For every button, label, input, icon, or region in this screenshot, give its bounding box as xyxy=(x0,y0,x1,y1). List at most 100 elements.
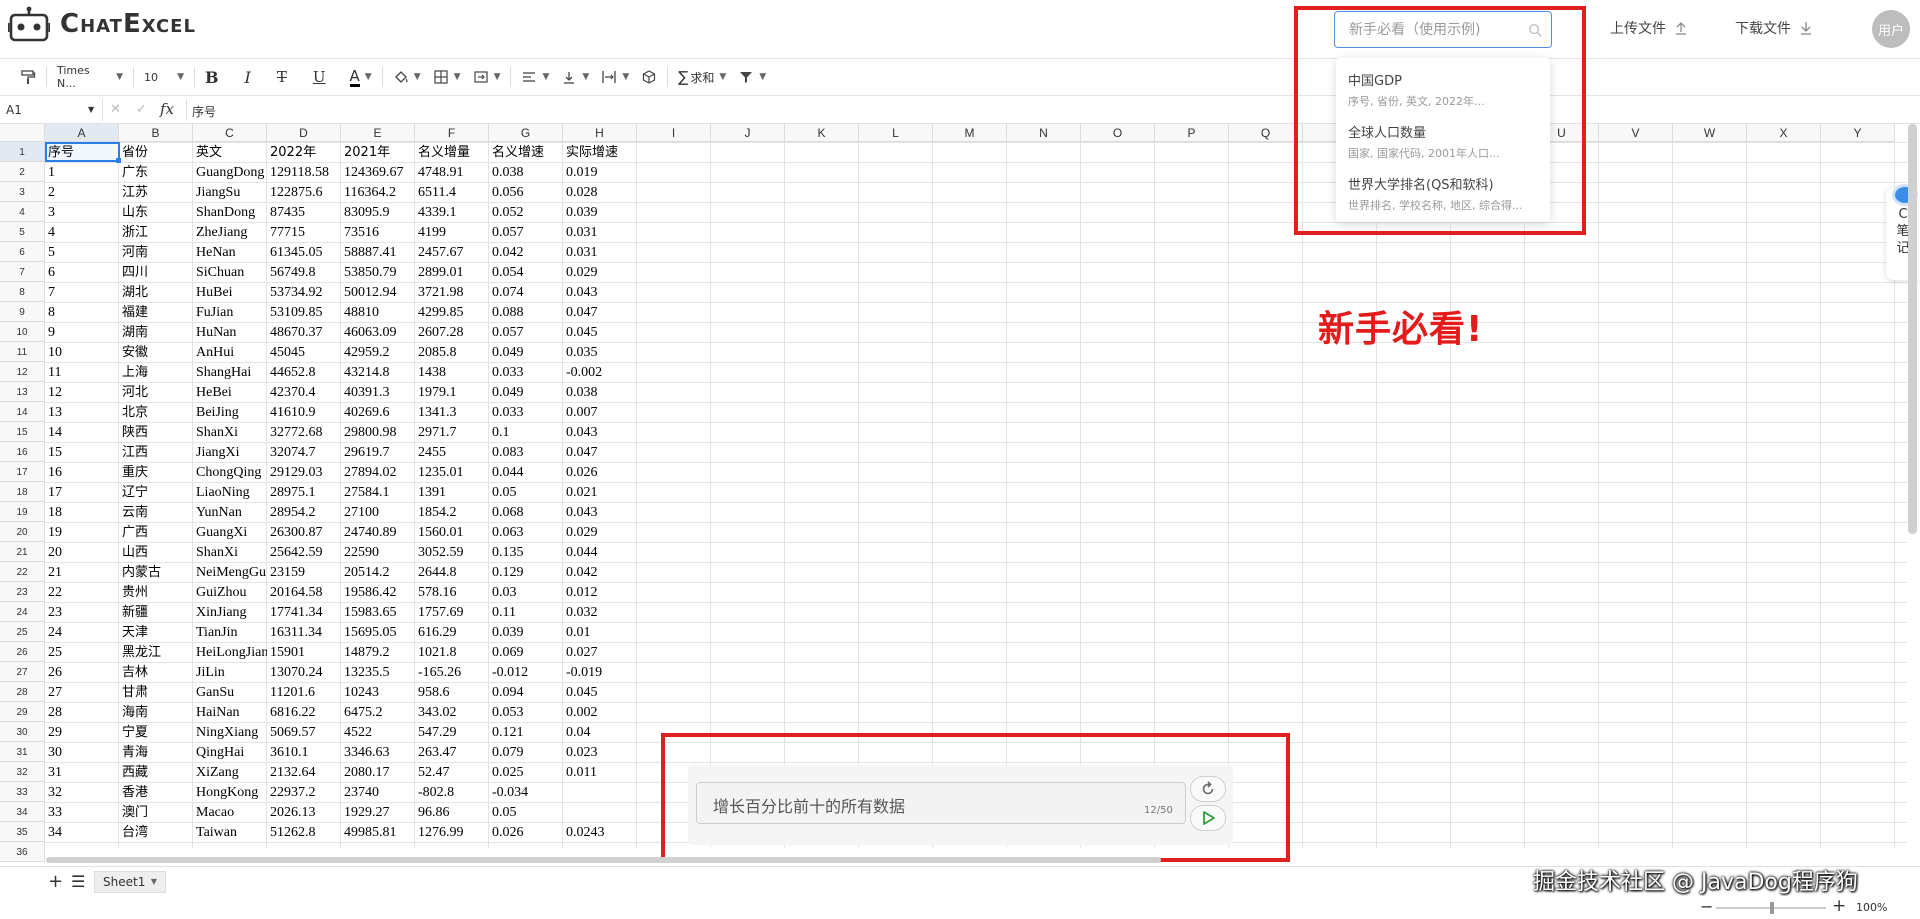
row-header[interactable]: 12 xyxy=(0,362,45,382)
table-cell[interactable]: ShangHai xyxy=(193,362,267,382)
table-cell[interactable] xyxy=(563,782,637,802)
table-cell[interactable]: 13235.5 xyxy=(341,662,415,682)
table-cell[interactable]: 香港 xyxy=(119,782,193,802)
table-cell[interactable]: 青海 xyxy=(119,742,193,762)
table-cell[interactable]: 0.068 xyxy=(489,502,563,522)
table-cell[interactable]: 4299.85 xyxy=(415,302,489,322)
row-header[interactable]: 13 xyxy=(0,382,45,402)
chat-send-button[interactable] xyxy=(1190,805,1226,831)
table-cell[interactable]: 13070.24 xyxy=(267,662,341,682)
table-cell[interactable]: 58887.41 xyxy=(341,242,415,262)
table-cell[interactable]: 0.057 xyxy=(489,322,563,342)
table-cell[interactable]: 30 xyxy=(45,742,119,762)
table-cell[interactable]: 24 xyxy=(45,622,119,642)
table-cell[interactable]: 0.043 xyxy=(563,282,637,302)
table-cell[interactable]: HeBei xyxy=(193,382,267,402)
table-cell[interactable]: 0.063 xyxy=(489,522,563,542)
table-cell[interactable]: JiLin xyxy=(193,662,267,682)
table-cell[interactable]: 2899.01 xyxy=(415,262,489,282)
row-header[interactable]: 27 xyxy=(0,662,45,682)
table-cell[interactable]: 26 xyxy=(45,662,119,682)
table-cell[interactable]: 28975.1 xyxy=(267,482,341,502)
fill-handle[interactable] xyxy=(116,158,121,163)
table-cell[interactable]: 0.038 xyxy=(563,382,637,402)
table-cell[interactable]: ZheJiang xyxy=(193,222,267,242)
table-cell[interactable]: 122875.6 xyxy=(267,182,341,202)
row-header[interactable]: 33 xyxy=(0,782,45,802)
row-header[interactable]: 15 xyxy=(0,422,45,442)
row-header[interactable]: 16 xyxy=(0,442,45,462)
table-cell[interactable]: 25 xyxy=(45,642,119,662)
column-header[interactable]: N xyxy=(1007,124,1081,142)
table-cell[interactable]: 15 xyxy=(45,442,119,462)
table-cell[interactable]: -0.012 xyxy=(489,662,563,682)
table-cell[interactable]: 1391 xyxy=(415,482,489,502)
table-cell[interactable]: 1341.3 xyxy=(415,402,489,422)
table-cell[interactable]: JiangXi xyxy=(193,442,267,462)
table-cell[interactable]: 0.04 xyxy=(563,722,637,742)
table-cell[interactable]: 22590 xyxy=(341,542,415,562)
row-header[interactable]: 5 xyxy=(0,222,45,242)
table-cell[interactable]: 7 xyxy=(45,282,119,302)
table-cell[interactable]: 0.021 xyxy=(563,482,637,502)
table-cell[interactable]: GanSu xyxy=(193,682,267,702)
table-cell[interactable]: 0.028 xyxy=(563,182,637,202)
table-cell[interactable]: 51262.8 xyxy=(267,822,341,842)
table-cell[interactable]: 24740.89 xyxy=(341,522,415,542)
row-header[interactable]: 21 xyxy=(0,542,45,562)
table-cell[interactable]: 22937.2 xyxy=(267,782,341,802)
table-cell[interactable]: 0.019 xyxy=(563,162,637,182)
table-cell[interactable]: 2022年 xyxy=(267,142,341,162)
table-cell[interactable]: 贵州 xyxy=(119,582,193,602)
table-cell[interactable]: 28954.2 xyxy=(267,502,341,522)
table-cell[interactable]: 0.057 xyxy=(489,222,563,242)
table-cell[interactable]: ChongQing xyxy=(193,462,267,482)
table-cell[interactable]: 湖南 xyxy=(119,322,193,342)
table-cell[interactable]: 0.053 xyxy=(489,702,563,722)
table-cell[interactable]: 16 xyxy=(45,462,119,482)
table-cell[interactable]: 0.002 xyxy=(563,702,637,722)
row-header[interactable]: 29 xyxy=(0,702,45,722)
table-cell[interactable]: 0.038 xyxy=(489,162,563,182)
user-avatar[interactable]: 用户 xyxy=(1872,10,1910,48)
table-cell[interactable]: 15901 xyxy=(267,642,341,662)
freeze-button[interactable] xyxy=(635,63,663,91)
table-cell[interactable]: 0.069 xyxy=(489,642,563,662)
table-cell[interactable]: 33 xyxy=(45,802,119,822)
table-cell[interactable]: 2457.67 xyxy=(415,242,489,262)
table-cell[interactable]: 2455 xyxy=(415,442,489,462)
table-cell[interactable]: 北京 xyxy=(119,402,193,422)
table-cell[interactable]: 23740 xyxy=(341,782,415,802)
table-cell[interactable]: HuNan xyxy=(193,322,267,342)
table-cell[interactable]: BeiJing xyxy=(193,402,267,422)
add-sheet-icon[interactable]: + xyxy=(48,871,63,892)
table-cell[interactable]: 40391.3 xyxy=(341,382,415,402)
table-cell[interactable]: 0.0243 xyxy=(563,822,637,842)
strikethrough-button[interactable]: T xyxy=(271,63,293,91)
table-cell[interactable]: 0.049 xyxy=(489,342,563,362)
sheet-tab-active[interactable]: Sheet1 ▼ xyxy=(94,871,166,893)
table-cell[interactable]: 27100 xyxy=(341,502,415,522)
table-cell[interactable]: 2971.7 xyxy=(415,422,489,442)
table-cell[interactable]: 3721.98 xyxy=(415,282,489,302)
table-cell[interactable]: 31 xyxy=(45,762,119,782)
table-cell[interactable]: 省份 xyxy=(119,142,193,162)
table-cell[interactable]: 48810 xyxy=(341,302,415,322)
table-cell[interactable]: 17 xyxy=(45,482,119,502)
table-cell[interactable]: 14879.2 xyxy=(341,642,415,662)
table-cell[interactable]: 3052.59 xyxy=(415,542,489,562)
row-header[interactable]: 14 xyxy=(0,402,45,422)
table-cell[interactable]: 广西 xyxy=(119,522,193,542)
table-cell[interactable]: 1854.2 xyxy=(415,502,489,522)
table-cell[interactable]: 四川 xyxy=(119,262,193,282)
table-cell[interactable]: 0.129 xyxy=(489,562,563,582)
column-header[interactable]: P xyxy=(1155,124,1229,142)
row-header[interactable]: 8 xyxy=(0,282,45,302)
column-header[interactable]: X xyxy=(1747,124,1821,142)
table-cell[interactable]: 8 xyxy=(45,302,119,322)
table-cell[interactable]: 0.056 xyxy=(489,182,563,202)
table-cell[interactable]: 0.029 xyxy=(563,522,637,542)
table-cell[interactable]: 21 xyxy=(45,562,119,582)
table-cell[interactable]: 11201.6 xyxy=(267,682,341,702)
table-cell[interactable]: 0.079 xyxy=(489,742,563,762)
